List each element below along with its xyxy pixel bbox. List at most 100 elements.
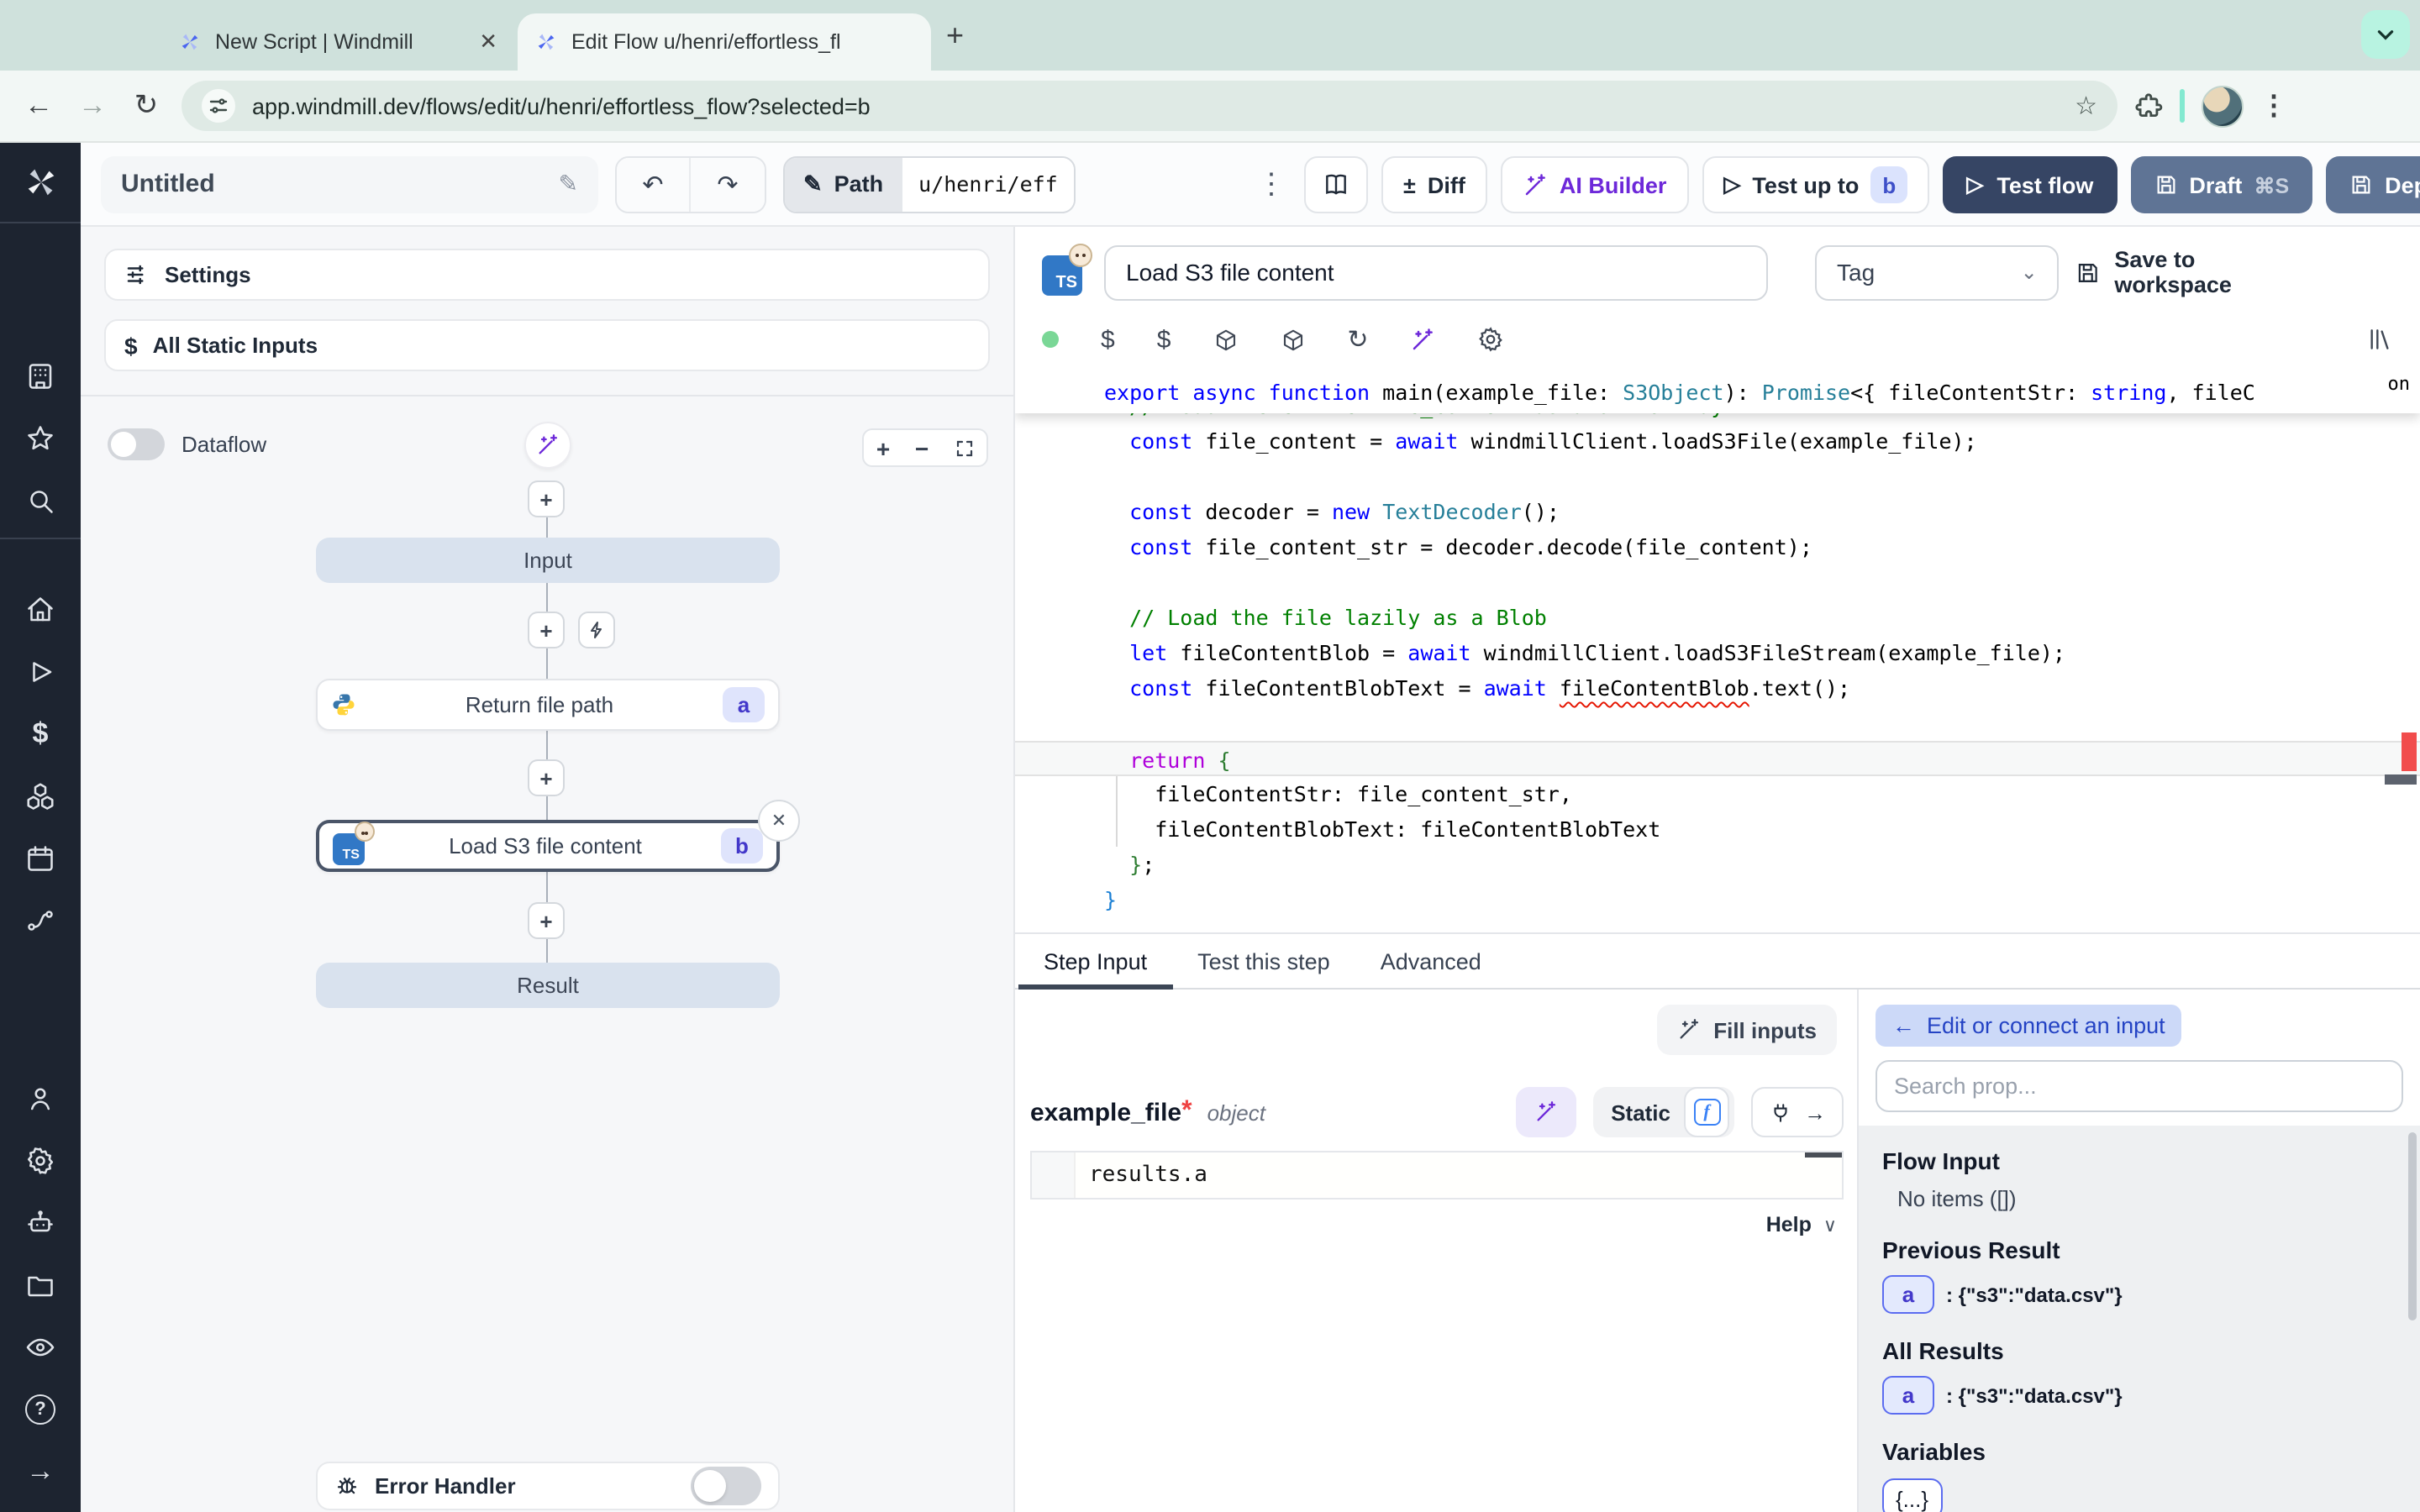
- tab-advanced[interactable]: Advanced: [1355, 934, 1507, 988]
- draft-button[interactable]: Draft ⌘S: [2130, 156, 2312, 213]
- error-handler-toggle[interactable]: [691, 1467, 761, 1505]
- sidebar-item-user[interactable]: [0, 1067, 81, 1129]
- error-handler-card[interactable]: Error Handler: [316, 1462, 780, 1510]
- sidebar-item-home[interactable]: [0, 579, 81, 641]
- tag-select[interactable]: Tag ⌄: [1815, 244, 2060, 300]
- expression-value[interactable]: results.a: [1076, 1152, 1207, 1198]
- delete-node-button[interactable]: ✕: [758, 800, 800, 842]
- sidebar-item-routes[interactable]: [0, 890, 81, 952]
- reload-icon[interactable]: ↻: [128, 89, 165, 123]
- code-line[interactable]: [1015, 459, 2420, 494]
- code-line[interactable]: fileContentBlobText: fileContentBlobText: [1015, 811, 2420, 847]
- insert-step-button[interactable]: +: [528, 759, 565, 796]
- edit-or-connect-button[interactable]: ← Edit or connect an input: [1876, 1005, 2182, 1047]
- path-value[interactable]: u/henri/eff: [902, 157, 1075, 211]
- step-name-input[interactable]: [1104, 244, 1768, 300]
- diff-button[interactable]: ± Diff: [1381, 156, 1487, 213]
- deploy-button[interactable]: Deploy: [2326, 156, 2420, 213]
- sidebar-item-resources[interactable]: [0, 765, 81, 827]
- variables-icon[interactable]: $: [1101, 327, 1115, 352]
- sidebar-item-workspace[interactable]: [0, 344, 81, 407]
- code-line[interactable]: const file_content_str = decoder.decode(…: [1015, 529, 2420, 564]
- insert-step-button[interactable]: +: [528, 902, 565, 939]
- back-icon[interactable]: ←: [20, 89, 57, 123]
- all-static-inputs-card[interactable]: $ All Static Inputs: [104, 319, 990, 371]
- path-chip[interactable]: ✎Path u/henri/eff: [783, 155, 1076, 213]
- settings-card[interactable]: Settings: [104, 249, 990, 301]
- ai-wand-button[interactable]: [524, 422, 571, 469]
- bookmark-star-icon[interactable]: ☆: [2075, 91, 2097, 121]
- tab-test-this-step[interactable]: Test this step: [1172, 934, 1355, 988]
- sidebar-item-search[interactable]: [0, 469, 81, 531]
- reload-icon[interactable]: ↻: [1347, 327, 1368, 352]
- flow-name-box[interactable]: Untitled ✎: [101, 155, 598, 213]
- code-line[interactable]: const file_content = await windmillClien…: [1015, 423, 2420, 459]
- docs-button[interactable]: [1304, 156, 1368, 213]
- ai-builder-button[interactable]: AI Builder: [1501, 156, 1689, 213]
- tab-close-icon[interactable]: ✕: [476, 29, 501, 55]
- zoom-out-button[interactable]: −: [915, 436, 929, 459]
- tab-step-input[interactable]: Step Input: [1018, 934, 1172, 988]
- browser-tab-inactive[interactable]: New Script | Windmill ✕: [161, 13, 518, 71]
- scrollbar-thumb[interactable]: [2385, 774, 2417, 785]
- result-item[interactable]: a: {"s3":"data.csv"}: [1882, 1275, 2420, 1314]
- forward-icon[interactable]: →: [74, 89, 111, 123]
- package-icon[interactable]: [1280, 327, 1305, 352]
- sidebar-item-help[interactable]: ?: [0, 1378, 81, 1440]
- scrollbar[interactable]: [2408, 1132, 2417, 1320]
- sidebar-item-audit[interactable]: [0, 1315, 81, 1378]
- code-lines[interactable]: // Load the entire file_content as a Uin…: [1015, 388, 2420, 917]
- sidebar-item-schedules[interactable]: [0, 827, 81, 890]
- variables-chip[interactable]: {...}: [1882, 1478, 1942, 1512]
- url-bar[interactable]: app.windmill.dev/flows/edit/u/henri/effo…: [182, 81, 2118, 131]
- ai-wand-icon[interactable]: [1411, 327, 1436, 352]
- code-line[interactable]: [1015, 706, 2420, 741]
- test-up-to-button[interactable]: ▷ Test up to b: [1702, 156, 1929, 213]
- code-line[interactable]: [1015, 564, 2420, 600]
- package-icon[interactable]: [1213, 327, 1238, 352]
- code-line[interactable]: fileContentStr: file_content_str,: [1015, 776, 2420, 811]
- windmill-logo[interactable]: [21, 163, 60, 202]
- node-load-s3-selected[interactable]: TS Load S3 file content b: [316, 820, 780, 872]
- profile-avatar[interactable]: [2202, 85, 2244, 127]
- node-return-file-path[interactable]: Return file path a: [316, 679, 780, 731]
- result-node[interactable]: Result: [316, 963, 780, 1008]
- insert-step-button[interactable]: +: [528, 612, 565, 648]
- more-menu-icon[interactable]: ⋮: [1257, 168, 1284, 202]
- code-line[interactable]: let fileContentBlob = await windmillClie…: [1015, 635, 2420, 670]
- extensions-icon[interactable]: [2134, 92, 2163, 120]
- sidebar-item-favorites[interactable]: [0, 407, 81, 469]
- ai-fill-button[interactable]: [1515, 1087, 1576, 1137]
- resources-icon[interactable]: $: [1157, 327, 1171, 352]
- sidebar-item-settings[interactable]: [0, 1129, 81, 1191]
- code-line[interactable]: const decoder = new TextDecoder();: [1015, 494, 2420, 529]
- save-to-workspace-button[interactable]: Save to workspace: [2076, 247, 2316, 297]
- expression-editor[interactable]: results.a: [1030, 1151, 1844, 1200]
- gear-icon[interactable]: [1478, 326, 1505, 353]
- dataflow-toggle[interactable]: [108, 428, 165, 460]
- code-line[interactable]: // Load the file lazily as a Blob: [1015, 600, 2420, 635]
- sidebar-item-workers[interactable]: [0, 1191, 81, 1253]
- static-mode-toggle[interactable]: Static f: [1592, 1087, 1734, 1137]
- insert-step-button[interactable]: +: [528, 480, 565, 517]
- sidebar-item-runs[interactable]: [0, 641, 81, 703]
- sticky-code-line[interactable]: export async function main(example_file:…: [1015, 371, 2420, 413]
- browser-tab-active[interactable]: Edit Flow u/henri/effortless_fl: [518, 13, 931, 71]
- trigger-button[interactable]: [578, 612, 615, 648]
- search-prop-input[interactable]: [1876, 1060, 2403, 1112]
- code-line[interactable]: }: [1015, 882, 2420, 917]
- input-node[interactable]: Input: [316, 538, 780, 583]
- code-line[interactable]: const fileContentBlobText = await fileCo…: [1015, 670, 2420, 706]
- tab-search-chevron-icon[interactable]: [2361, 10, 2410, 59]
- code-editor[interactable]: export async function main(example_file:…: [1015, 371, 2420, 932]
- code-line[interactable]: };: [1015, 847, 2420, 882]
- sidebar-item-folders[interactable]: [0, 1253, 81, 1315]
- edit-pencil-icon[interactable]: ✎: [559, 170, 578, 198]
- connect-input-button[interactable]: →: [1751, 1087, 1844, 1137]
- redo-button[interactable]: ↷: [691, 157, 765, 211]
- test-flow-button[interactable]: ▷ Test flow: [1943, 156, 2117, 213]
- browser-menu-icon[interactable]: ⋮: [2260, 89, 2287, 123]
- help-toggle[interactable]: Help ∨: [1766, 1213, 1837, 1236]
- library-icon[interactable]: [2366, 326, 2393, 353]
- fill-inputs-button[interactable]: Fill inputs: [1656, 1005, 1837, 1055]
